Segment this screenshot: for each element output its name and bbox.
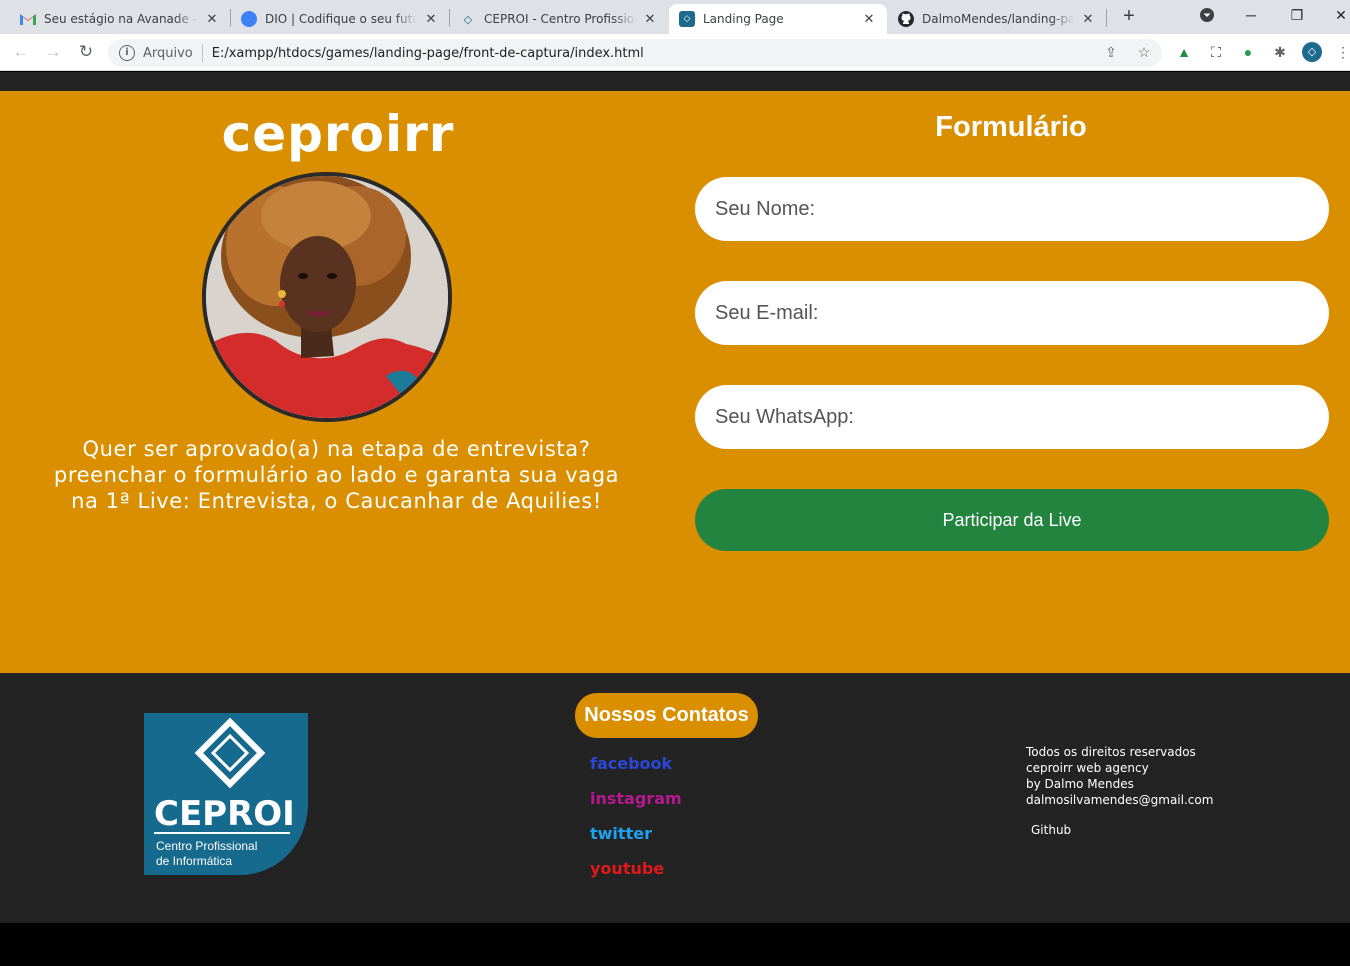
puzzle-icon[interactable]: ✱ [1271,43,1289,61]
minimize-icon[interactable]: ─ [1240,4,1262,26]
logo-wordmark: CEPROI [154,794,295,834]
close-icon[interactable]: ✕ [642,12,658,27]
browser-tab-strip: Seu estágio na Avanade - dalmo ✕ DIO | C… [0,0,1350,34]
browser-tab-landing-page[interactable]: ◇ Landing Page ✕ [669,4,887,34]
address-bar[interactable]: i Arquivo E:/xampp/htdocs/games/landing-… [108,39,1162,67]
dio-icon [241,11,257,27]
restore-icon[interactable]: ❐ [1286,4,1308,26]
lead-line-3: na 1ª Live: Entrevista, o Caucanhar de A… [71,489,602,513]
forward-icon[interactable]: → [42,41,64,63]
reload-icon[interactable]: ↻ [75,41,97,63]
youtube-link[interactable]: youtube [590,859,664,878]
tab-title: Landing Page [703,12,784,26]
whatsapp-field[interactable] [695,385,1329,449]
close-icon[interactable]: ✕ [423,12,439,27]
close-icon[interactable]: ✕ [204,12,220,27]
back-icon[interactable]: ← [10,41,32,63]
browser-tab-ceproi[interactable]: ◇ CEPROI - Centro Profissional d ✕ [450,4,668,34]
rights-text: Todos os direitos reservados ceproirr we… [1026,744,1213,808]
lead-line-1: Quer ser aprovado(a) na etapa de entrevi… [82,437,591,461]
new-tab-button[interactable]: + [1118,5,1140,27]
screen-capture-icon[interactable]: ⛶ [1207,43,1225,61]
lead-line-2: preenchar o formulário ao lado e garanta… [53,463,620,487]
logo-subtitle-1: Centro Profissional [156,839,257,853]
email-line: dalmosilvamendes@gmail.com [1026,793,1214,807]
bookmark-star-icon[interactable]: ☆ [1135,43,1153,61]
menu-icon[interactable]: ⋮ [1334,43,1350,61]
agency-line: ceproirr web agency [1026,761,1149,775]
tab-title: Seu estágio na Avanade - dalmo [44,12,198,26]
ceproi-icon: ◇ [679,11,695,27]
address-url[interactable]: E:/xampp/htdocs/games/landing-page/front… [212,46,644,61]
browser-tab-github[interactable]: DalmoMendes/landing-page ✕ [888,4,1106,34]
browser-toolbar: ← → ↻ i Arquivo E:/xampp/htdocs/games/la… [0,34,1350,71]
footer: CEPROI Centro Profissional de Informátic… [0,673,1350,923]
brand-title: ceproirr [221,105,455,163]
gmail-icon [20,11,36,27]
close-icon[interactable]: ✕ [861,12,877,27]
browser-tab-gmail[interactable]: Seu estágio na Avanade - dalmo ✕ [10,4,230,34]
contacts-title: Nossos Contatos [575,693,758,738]
facebook-link[interactable]: facebook [590,754,672,773]
globe-extension-icon[interactable]: ● [1239,43,1257,61]
extension-icon[interactable]: ▲ [1175,43,1193,61]
hero-section: ceproirr Quer ser aprovado(a) na etapa d… [0,91,1350,673]
rights-line: Todos os direitos reservados [1026,745,1196,759]
portrait-image [202,172,452,422]
logo-subtitle-2: de Informática [156,854,232,868]
author-line: by Dalmo Mendes [1026,777,1134,791]
tab-title: CEPROI - Centro Profissional d [484,12,636,26]
lead-text: Quer ser aprovado(a) na etapa de entrevi… [40,436,633,514]
address-scheme: Arquivo [143,45,193,61]
instagram-link[interactable]: instagram [590,789,682,808]
tab-title: DalmoMendes/landing-page [922,12,1074,26]
join-live-button[interactable]: Participar da Live [695,489,1329,551]
twitter-link[interactable]: twitter [590,824,652,843]
close-window-icon[interactable]: ✕ [1330,4,1350,26]
browser-tab-dio[interactable]: DIO | Codifique o seu futuro g ✕ [231,4,449,34]
email-field[interactable] [695,281,1329,345]
top-header-bar [0,72,1350,91]
github-icon [898,11,914,27]
share-icon[interactable]: ⇪ [1102,43,1120,61]
profile-avatar[interactable]: ◇ [1302,42,1322,62]
tab-search-icon[interactable] [1196,4,1218,26]
ceproi-icon: ◇ [463,12,473,26]
close-icon[interactable]: ✕ [1080,12,1096,27]
page: ceproirr Quer ser aprovado(a) na etapa d… [0,72,1350,966]
github-link[interactable]: Github [1031,823,1071,837]
name-field[interactable] [695,177,1329,241]
tab-title: DIO | Codifique o seu futuro g [265,12,417,26]
ceproi-logo: CEPROI Centro Profissional de Informátic… [144,713,308,875]
form-title: Formulário [935,111,1087,143]
info-icon[interactable]: i [119,45,135,61]
